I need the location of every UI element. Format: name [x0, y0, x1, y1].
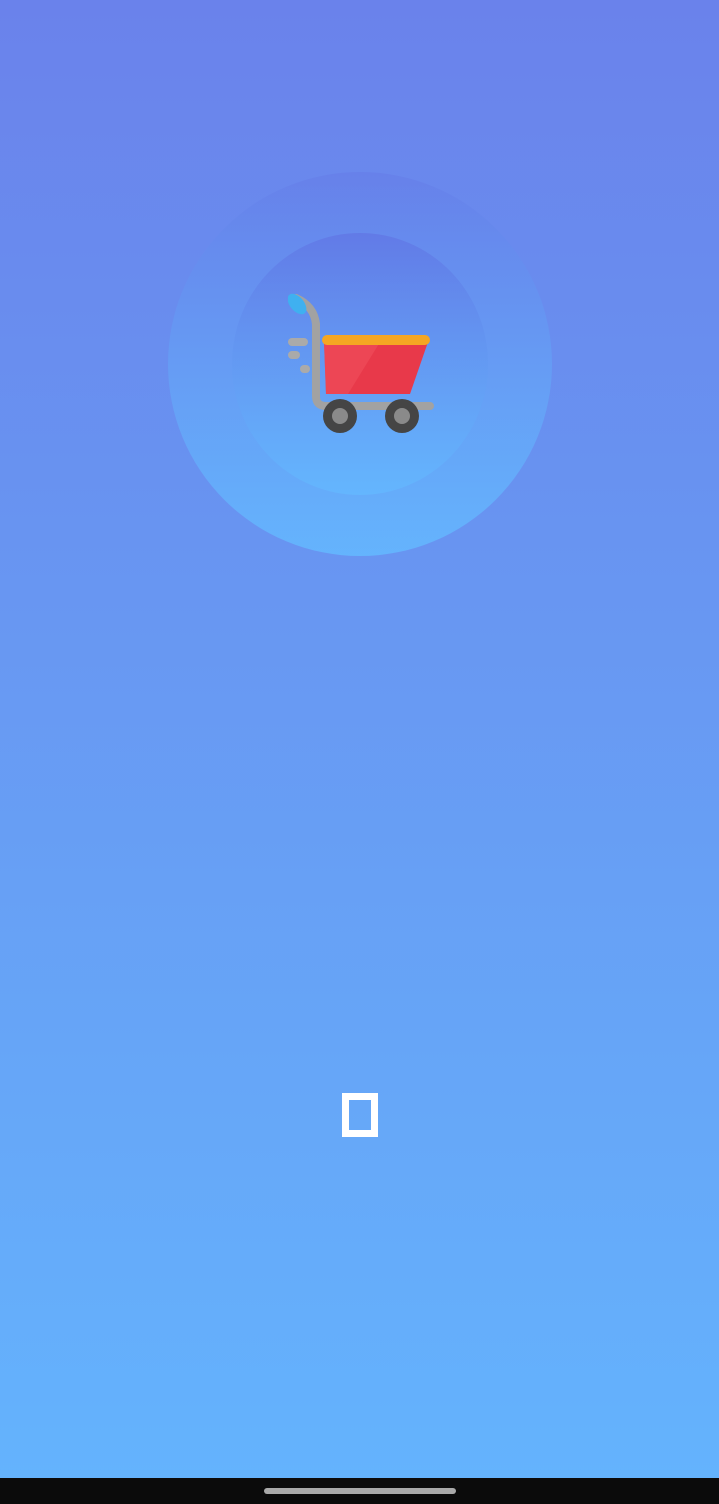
- splash-screen: [0, 0, 719, 1478]
- loading-indicator: [342, 1093, 378, 1137]
- home-gesture-pill[interactable]: [264, 1488, 456, 1494]
- shopping-cart-icon: [288, 293, 434, 433]
- logo-halo-outer: [168, 172, 552, 556]
- navigation-bar: [0, 1478, 719, 1504]
